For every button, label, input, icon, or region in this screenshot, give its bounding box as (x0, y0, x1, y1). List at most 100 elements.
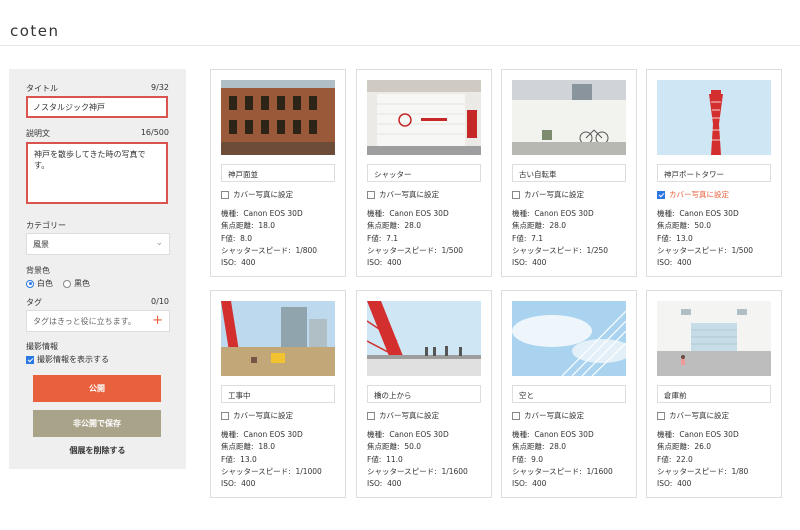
edit-sidebar: タイトル 9/32 ノスタルジック神戸 説明文 16/500 神戸を散歩してきた… (9, 69, 186, 469)
photo-thumbnail[interactable] (221, 301, 335, 376)
photo-caption-input[interactable]: 古い自転車 (512, 164, 626, 182)
checkbox-icon (657, 411, 665, 420)
exif-model: 機種: Canon EOS 30D (657, 209, 739, 218)
photo-caption-input[interactable]: 倉庫前 (657, 385, 771, 403)
show-shooting-info-checkbox[interactable]: 撮影情報を表示する (26, 354, 109, 365)
set-cover-checkbox[interactable]: カバー写真に設定 (367, 410, 439, 421)
title-label: タイトル (26, 84, 58, 93)
set-cover-checkbox[interactable]: カバー写真に設定 (367, 189, 439, 200)
set-cover-checkbox[interactable]: カバー写真に設定 (512, 189, 584, 200)
photo-thumbnail[interactable] (512, 80, 626, 155)
photo-thumbnail[interactable] (657, 80, 771, 155)
photo-caption-input[interactable]: 工事中 (221, 385, 335, 403)
photo-caption-input[interactable]: シャッター (367, 164, 481, 182)
exif-iso: ISO: 400 (512, 479, 547, 489)
set-cover-label: カバー写真に設定 (524, 411, 584, 420)
exif-shutter-speed: シャッタースピード: 1/250 (512, 245, 609, 255)
radio-selected-icon (26, 279, 34, 288)
photo-caption-input[interactable]: 橋の上から (367, 385, 481, 403)
radio-icon (63, 279, 71, 288)
shooting-info-label: 撮影情報 (26, 342, 58, 351)
exif-shutter-speed: シャッタースピード: 1/500 (367, 245, 464, 255)
photo-card[interactable]: 倉庫前 カバー写真に設定 機種: Canon EOS 30D 焦点距離: 26.0 F値… (646, 290, 782, 498)
exif-model: 機種: Canon EOS 30D (221, 209, 303, 218)
exif-shutter-speed: シャッタースピード: 1/800 (221, 245, 318, 255)
set-cover-checkbox[interactable]: カバー写真に設定 (657, 410, 729, 421)
checkbox-checked-icon (657, 190, 665, 199)
exif-focal-length: 焦点距離: 26.0 (657, 442, 712, 452)
photo-caption-input[interactable]: 空と (512, 385, 626, 403)
category-label: カテゴリー (26, 221, 66, 230)
photo-card[interactable]: 橋の上から カバー写真に設定 機種: Canon EOS 30D 焦点距離: 50.0… (356, 290, 492, 498)
exif-focal-length: 焦点距離: 18.0 (221, 221, 276, 231)
photo-card[interactable]: 神戸面並カバー写真に設定機種: Canon EOS 30D 焦点距離: 18.0 F… (210, 69, 346, 277)
add-tag-icon[interactable]: + (152, 313, 163, 328)
exif-focal-length: 焦点距離: 28.0 (512, 442, 567, 452)
background-color-label: 背景色 (26, 266, 50, 275)
exif-info: 機種: Canon EOS 30D 焦点距離: 18.0 F値: 13.0 シャッター… (221, 429, 322, 490)
show-shooting-info-label: 撮影情報を表示する (37, 355, 109, 364)
tag-label: タグ (26, 298, 42, 307)
exif-iso: ISO: 400 (657, 479, 692, 489)
exif-model: 機種: Canon EOS 30D (512, 430, 594, 439)
exif-shutter-speed: シャッタースピード: 1/80 (657, 466, 749, 476)
category-select[interactable]: 風景 ⌄ (26, 233, 170, 255)
photo-card[interactable]: シャッターカバー写真に設定機種: Canon EOS 30D 焦点距離: 28.0… (356, 69, 492, 277)
exif-info: 機種: Canon EOS 30D 焦点距離: 28.0 F値: 7.1 シャッタース… (367, 208, 463, 269)
set-cover-checkbox[interactable]: カバー写真に設定 (221, 410, 293, 421)
exif-f-number: F値: 8.0 (221, 233, 253, 243)
exif-model: 機種: Canon EOS 30D (221, 430, 303, 439)
bg-black-label: 黒色 (74, 279, 90, 288)
photo-thumbnail[interactable] (367, 301, 481, 376)
tag-input[interactable]: タグはきっと役に立ちます。 + (26, 310, 170, 332)
exif-f-number: F値: 9.0 (512, 454, 544, 464)
checkbox-icon (221, 190, 229, 199)
photo-thumbnail[interactable] (657, 301, 771, 376)
photo-card[interactable]: 古い自転車カバー写真に設定機種: Canon EOS 30D 焦点距離: 28.0… (501, 69, 637, 277)
set-cover-checkbox[interactable]: カバー写真に設定 (512, 410, 584, 421)
photo-caption-input[interactable]: 神戸面並 (221, 164, 335, 182)
tag-count: 0/10 (151, 297, 169, 306)
title-input[interactable]: ノスタルジック神戸 (26, 96, 168, 118)
logo[interactable]: coten (10, 22, 60, 40)
exif-focal-length: 焦点距離: 18.0 (221, 442, 276, 452)
exif-info: 機種: Canon EOS 30D 焦点距離: 28.0 F値: 9.0 シャッタース… (512, 429, 613, 490)
bg-black-radio[interactable]: 黒色 (63, 278, 90, 289)
description-label: 説明文 (26, 129, 50, 138)
exif-focal-length: 焦点距離: 28.0 (367, 221, 422, 231)
set-cover-label: カバー写真に設定 (379, 190, 439, 199)
photo-thumbnail[interactable] (367, 80, 481, 155)
save-private-button[interactable]: 非公開で保存 (33, 410, 161, 437)
exif-focal-length: 焦点距離: 50.0 (657, 221, 712, 231)
exif-info: 機種: Canon EOS 30D 焦点距離: 26.0 F値: 22.0 シャッター… (657, 429, 748, 490)
description-textarea[interactable]: 神戸を散歩してきた時の写真です。 (26, 142, 168, 204)
bg-white-label: 白色 (37, 279, 53, 288)
background-color-options: 白色 黒色 (26, 278, 90, 289)
publish-button[interactable]: 公開 (33, 375, 161, 402)
checkbox-icon (512, 411, 520, 420)
delete-exhibition-link[interactable]: 個展を削除する (9, 445, 186, 456)
exif-iso: ISO: 400 (657, 258, 692, 268)
exif-model: 機種: Canon EOS 30D (367, 430, 449, 439)
set-cover-checkbox[interactable]: カバー写真に設定 (657, 189, 729, 200)
photo-card[interactable]: 工事中 カバー写真に設定 機種: Canon EOS 30D 焦点距離: 18.0 F値… (210, 290, 346, 498)
exif-info: 機種: Canon EOS 30D 焦点距離: 50.0 F値: 13.0 シャッター… (657, 208, 753, 269)
photo-caption-input[interactable]: 神戸ポートタワー (657, 164, 771, 182)
exif-model: 機種: Canon EOS 30D (367, 209, 449, 218)
exif-iso: ISO: 400 (512, 258, 547, 268)
set-cover-label: カバー写真に設定 (233, 411, 293, 420)
exif-info: 機種: Canon EOS 30D 焦点距離: 28.0 F値: 7.1 シャッタース… (512, 208, 608, 269)
photo-card[interactable]: 空とカバー写真に設定機種: Canon EOS 30D 焦点距離: 28.0 F値:… (501, 290, 637, 498)
photo-thumbnail[interactable] (221, 80, 335, 155)
checkbox-checked-icon (26, 355, 34, 364)
bg-white-radio[interactable]: 白色 (26, 278, 53, 289)
exif-shutter-speed: シャッタースピード: 1/1000 (221, 466, 322, 476)
checkbox-icon (512, 190, 520, 199)
photo-thumbnail[interactable] (512, 301, 626, 376)
photo-card[interactable]: 神戸ポートタワーカバー写真に設定機種: Canon EOS 30D 焦点距離: 5… (646, 69, 782, 277)
exif-f-number: F値: 22.0 (657, 454, 693, 464)
set-cover-label: カバー写真に設定 (669, 411, 729, 420)
set-cover-label: カバー写真に設定 (379, 411, 439, 420)
set-cover-checkbox[interactable]: カバー写真に設定 (221, 189, 293, 200)
exif-iso: ISO: 400 (367, 258, 402, 268)
